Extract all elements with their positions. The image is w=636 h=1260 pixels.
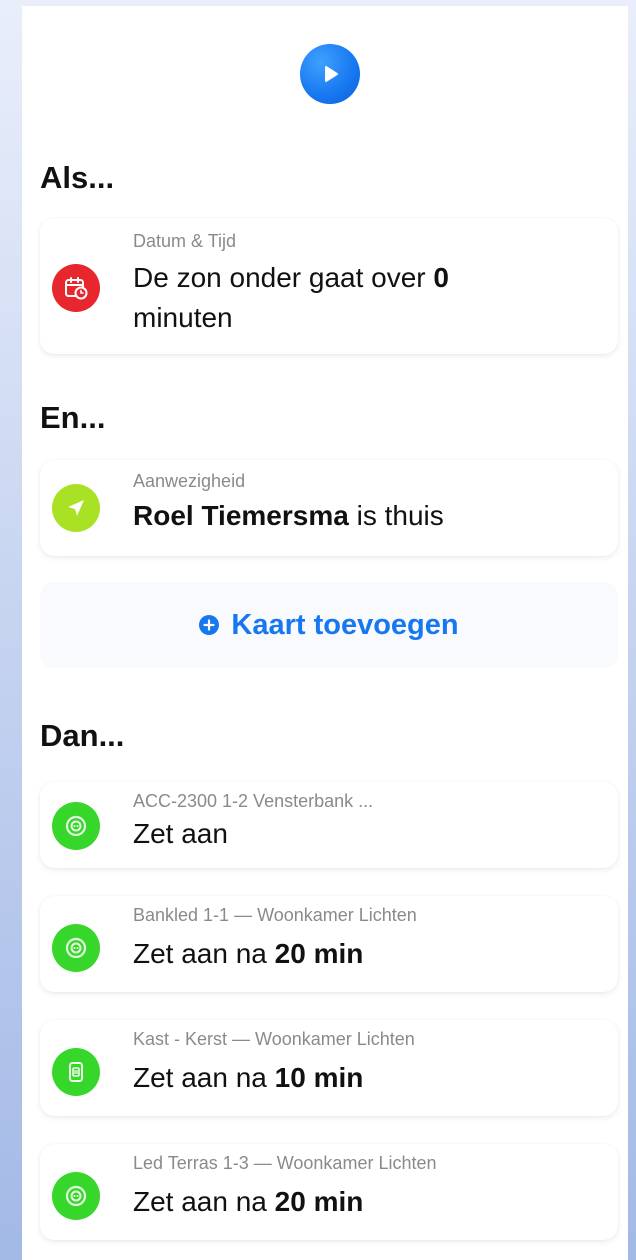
action-card[interactable]: Kast - Kerst — Woonkamer Lichten Zet aan… [40, 1020, 618, 1116]
card-subtitle: Datum & Tijd [133, 231, 237, 251]
section-title-if: Als... [40, 160, 115, 195]
card-main-text: De zon onder gaat over 0 minuten [133, 262, 449, 333]
action-card[interactable]: Led Terras 1-3 — Woonkamer Lichten Zet a… [40, 1144, 618, 1240]
section-title-and: En... [40, 400, 106, 435]
card-subtitle: Kast - Kerst — Woonkamer Lichten [133, 1029, 415, 1049]
action-card[interactable]: ACC-2300 1-2 Vensterbank ... Zet aan [40, 782, 618, 868]
card-main-text: Zet aan na 20 min [133, 938, 364, 969]
minutes-value[interactable]: 0 [433, 262, 449, 293]
section-title-then: Dan... [40, 718, 125, 753]
socket-icon [52, 802, 100, 850]
delay-value[interactable]: 10 min [275, 1062, 364, 1093]
card-subtitle: ACC-2300 1-2 Vensterbank ... [133, 791, 374, 811]
plus-circle-icon [199, 615, 220, 635]
socket-icon [52, 924, 100, 972]
play-icon [325, 66, 338, 82]
person-name[interactable]: Roel Tiemersma [133, 500, 349, 531]
location-arrow-icon [52, 484, 100, 532]
action-card[interactable]: Bankled 1-1 — Woonkamer Lichten Zet aan … [40, 896, 618, 992]
card-main-text: Zet aan na 10 min [133, 1062, 364, 1093]
plug-icon [52, 1048, 100, 1096]
condition-card-datetime[interactable]: Datum & Tijd De zon onder gaat over 0 mi… [40, 218, 618, 354]
card-subtitle: Bankled 1-1 — Woonkamer Lichten [133, 905, 417, 925]
condition-card-presence[interactable]: Aanwezigheid Roel Tiemersma is thuis [40, 460, 618, 556]
play-button[interactable] [300, 44, 360, 104]
card-subtitle: Led Terras 1-3 — Woonkamer Lichten [133, 1153, 437, 1173]
card-main-text: Roel Tiemersma is thuis [133, 500, 444, 531]
card-subtitle: Aanwezigheid [133, 471, 246, 491]
card-main-text: Zet aan [133, 818, 228, 849]
calendar-clock-icon [52, 264, 100, 312]
add-card-button[interactable]: Kaart toevoegen [40, 582, 618, 668]
delay-value[interactable]: 20 min [275, 938, 364, 969]
card-main-text: Zet aan na 20 min [133, 1186, 364, 1217]
socket-icon [52, 1172, 100, 1220]
add-card-label: Kaart toevoegen [231, 608, 459, 641]
delay-value[interactable]: 20 min [275, 1186, 364, 1217]
